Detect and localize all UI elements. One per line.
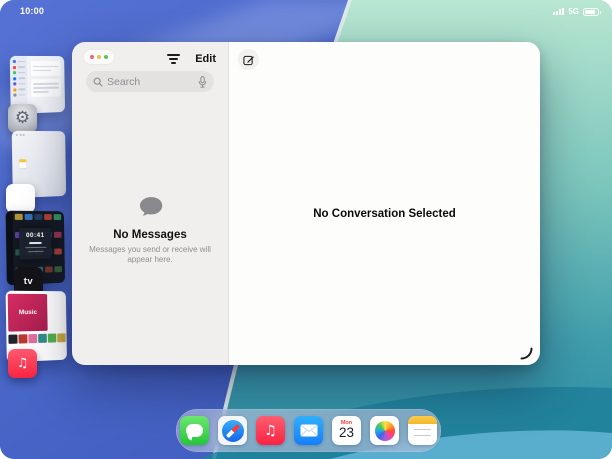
dock-mail-icon[interactable] <box>294 416 323 445</box>
settings-gear-icon <box>8 104 37 133</box>
music-note-icon <box>264 422 277 440</box>
chat-bubble-icon <box>138 196 163 217</box>
zoom-window-dot <box>104 55 109 60</box>
music-header-title: Music <box>19 309 37 316</box>
window-resize-handle[interactable] <box>520 347 533 360</box>
dictation-mic-icon[interactable] <box>198 76 207 88</box>
messages-conversation-pane: No Conversation Selected <box>229 42 540 365</box>
edit-button[interactable]: Edit <box>195 53 216 65</box>
no-messages-empty-state: No Messages Messages you send or receive… <box>72 196 228 266</box>
search-input[interactable]: Search <box>86 71 214 92</box>
search-icon <box>93 77 103 87</box>
dock-music-icon[interactable] <box>256 416 285 445</box>
filter-icon[interactable] <box>165 52 182 66</box>
search-placeholder: Search <box>107 76 194 88</box>
dock-safari-icon[interactable] <box>218 416 247 445</box>
dock-photos-icon[interactable] <box>370 416 399 445</box>
messages-window: Edit Search No Messages Messages you sen… <box>72 42 540 365</box>
mail-envelope-icon <box>300 424 318 437</box>
photos-flower-icon <box>375 421 395 441</box>
ipad-screen: 10:00 5G <box>0 0 612 459</box>
music-note-icon <box>8 349 37 378</box>
messages-sidebar: Edit Search No Messages Messages you sen… <box>72 42 229 365</box>
close-window-dot <box>90 55 95 60</box>
compose-button[interactable] <box>238 49 259 70</box>
notes-icon <box>6 184 35 213</box>
no-conversation-title: No Conversation Selected <box>229 208 540 220</box>
compose-icon <box>243 54 255 66</box>
battery-icon <box>583 8 599 16</box>
window-controls[interactable] <box>84 50 114 64</box>
notes-icon <box>408 416 437 424</box>
dock: Mon 23 <box>176 409 441 452</box>
tv-screen-time: 00:41 <box>26 232 45 239</box>
apple-tv-badge-label: tv <box>24 276 33 287</box>
messages-bubble-icon <box>186 424 203 438</box>
safari-compass-icon <box>222 420 244 442</box>
cellular-signal-icon <box>553 8 564 16</box>
status-icons: 5G <box>553 7 599 16</box>
calendar-day: 23 <box>339 426 354 441</box>
dock-messages-icon[interactable] <box>180 416 209 445</box>
minimize-window-dot <box>97 55 102 60</box>
no-messages-subtitle: Messages you send or receive will appear… <box>89 245 211 266</box>
status-time: 10:00 <box>20 6 44 16</box>
dock-calendar-icon[interactable]: Mon 23 <box>332 416 361 445</box>
dock-notes-icon[interactable] <box>408 416 437 445</box>
network-type-label: 5G <box>568 7 579 16</box>
no-messages-title: No Messages <box>72 229 228 241</box>
